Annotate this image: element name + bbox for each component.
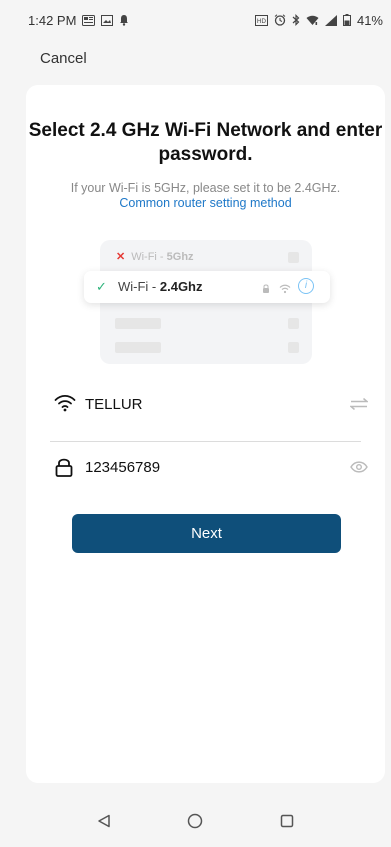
illustration-placeholder-bar [115,342,161,353]
illustration-5ghz-prefix: Wi-Fi - [131,251,167,263]
page-title: Select 2.4 GHz Wi-Fi Network and enter p… [28,120,383,165]
eye-icon[interactable] [350,460,368,478]
illustration-24ghz-prefix: Wi-Fi - [118,279,160,294]
illustration-24ghz-row: ✓ Wi-Fi - 2.4Ghz i [84,271,330,303]
status-bar: 1:42 PM HD 41% [0,0,391,40]
status-time: 1:42 PM [28,12,77,28]
wifi-network-name: TELLUR [85,396,143,413]
hd-icon: HD [254,14,268,26]
cross-icon: ✕ [116,251,126,263]
signal-icon [324,14,337,26]
check-icon: ✓ [96,279,107,294]
wifi-icon [54,394,76,417]
back-nav-button[interactable] [84,801,124,841]
battery-icon [342,14,351,26]
recents-square-icon [280,814,294,828]
image-notification-icon [101,14,114,26]
hint-text: If your Wi-Fi is 5GHz, please set it to … [70,181,341,195]
illustration-5ghz-row: ✕ Wi-Fi - 5Ghz [116,250,194,263]
home-circle-icon [188,813,203,829]
field-divider [50,441,361,442]
back-triangle-icon [98,814,110,828]
illustration-placeholder-square [288,252,299,263]
illustration-placeholder-bar [115,318,161,329]
status-left: 1:42 PM [28,13,129,28]
alert-bell-icon [119,14,129,26]
wifi-setup-card: Select 2.4 GHz Wi-Fi Network and enter p… [26,85,385,783]
password-field[interactable]: 123456789 [50,452,372,484]
svg-text:HD: HD [257,18,267,25]
info-icon: i [298,278,314,294]
router-setting-link[interactable]: Common router setting method [26,196,385,210]
alarm-icon [274,14,286,26]
home-nav-button[interactable] [175,801,215,841]
illustration-24ghz-label: Wi-Fi - 2.4Ghz [118,279,203,294]
lock-icon [54,457,74,482]
next-button[interactable]: Next [72,514,341,553]
wifi-small-icon [279,281,291,299]
navigation-bar [0,795,391,847]
cancel-button[interactable]: Cancel [40,50,87,67]
switch-network-icon[interactable] [348,397,370,415]
bluetooth-icon [292,14,300,26]
illustration-5ghz-band: 5Ghz [166,251,194,263]
notification-icon [82,14,96,26]
battery-percent: 41% [356,12,383,28]
illustration-placeholder-square [288,318,299,329]
recents-nav-button[interactable] [267,801,307,841]
status-right: HD 41% [254,12,383,28]
lock-small-icon [262,281,270,299]
wifi-network-field[interactable]: TELLUR [50,389,372,421]
illustration-24ghz-band: 2.4Ghz [159,279,203,294]
wifi-status-icon [306,15,319,26]
illustration-placeholder-square [288,342,299,353]
password-value: 123456789 [85,459,161,476]
